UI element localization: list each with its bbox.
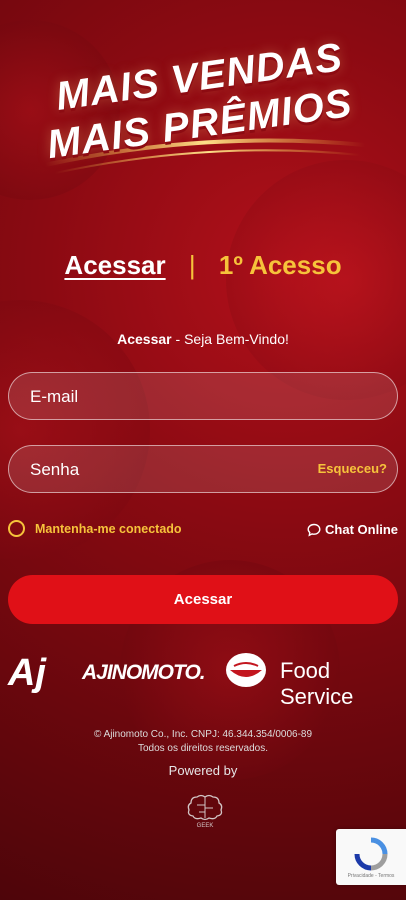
rights-line: Todos os direitos reservados. bbox=[137, 743, 269, 754]
tab-first-access[interactable]: 1º Acesso bbox=[219, 250, 342, 280]
powered-by-label: Powered by bbox=[168, 763, 238, 778]
recaptcha-badge[interactable]: Privacidade - Termos bbox=[336, 829, 406, 885]
chat-online-label: Chat Online bbox=[325, 522, 398, 537]
login-button[interactable]: Acessar bbox=[8, 575, 398, 624]
food-service-logo: Food Service bbox=[280, 658, 354, 709]
brand-logos: Aj AJINOMOTO. Food Service bbox=[0, 648, 406, 709]
welcome-bold: Acessar bbox=[117, 331, 172, 347]
password-input[interactable] bbox=[28, 446, 302, 494]
keep-connected-label: Mantenha-me conectado bbox=[35, 521, 182, 536]
email-field bbox=[8, 372, 398, 421]
tab-access[interactable]: Acessar bbox=[64, 250, 165, 280]
ajinomoto-logo: AJINOMOTO. bbox=[82, 661, 206, 684]
auth-tabs: Acessar | 1º Acesso bbox=[0, 250, 406, 281]
tab-separator: | bbox=[188, 250, 196, 280]
food-service-bowl-icon bbox=[226, 653, 266, 687]
chat-online-link[interactable]: Chat Online bbox=[307, 522, 398, 537]
chat-bubble-icon bbox=[307, 523, 321, 537]
copyright-text: © Ajinomoto Co., Inc. CNPJ: 46.344.354/0… bbox=[0, 728, 406, 756]
email-input[interactable] bbox=[28, 373, 302, 421]
password-field: Esqueceu? bbox=[8, 445, 398, 494]
keep-connected-radio[interactable] bbox=[8, 520, 25, 537]
recaptcha-terms[interactable]: Privacidade - Termos bbox=[336, 873, 406, 879]
welcome-text: - Seja Bem-Vindo! bbox=[171, 331, 289, 347]
promo-banner: MAIS VENDAS MAIS PRÊMIOS bbox=[0, 20, 406, 190]
forgot-password-link[interactable]: Esqueceu? bbox=[318, 461, 387, 476]
copyright-line: © Ajinomoto Co., Inc. CNPJ: 46.344.354/0… bbox=[93, 729, 313, 740]
geek-brain-logo-icon: GEEK bbox=[187, 794, 223, 829]
recaptcha-icon bbox=[354, 837, 388, 871]
geek-logo-text: GEEK bbox=[197, 823, 214, 829]
ajinomoto-mark-logo: Aj bbox=[8, 652, 46, 694]
welcome-message: Acessar - Seja Bem-Vindo! bbox=[0, 331, 406, 347]
keep-connected-option[interactable]: Mantenha-me conectado bbox=[8, 520, 182, 537]
